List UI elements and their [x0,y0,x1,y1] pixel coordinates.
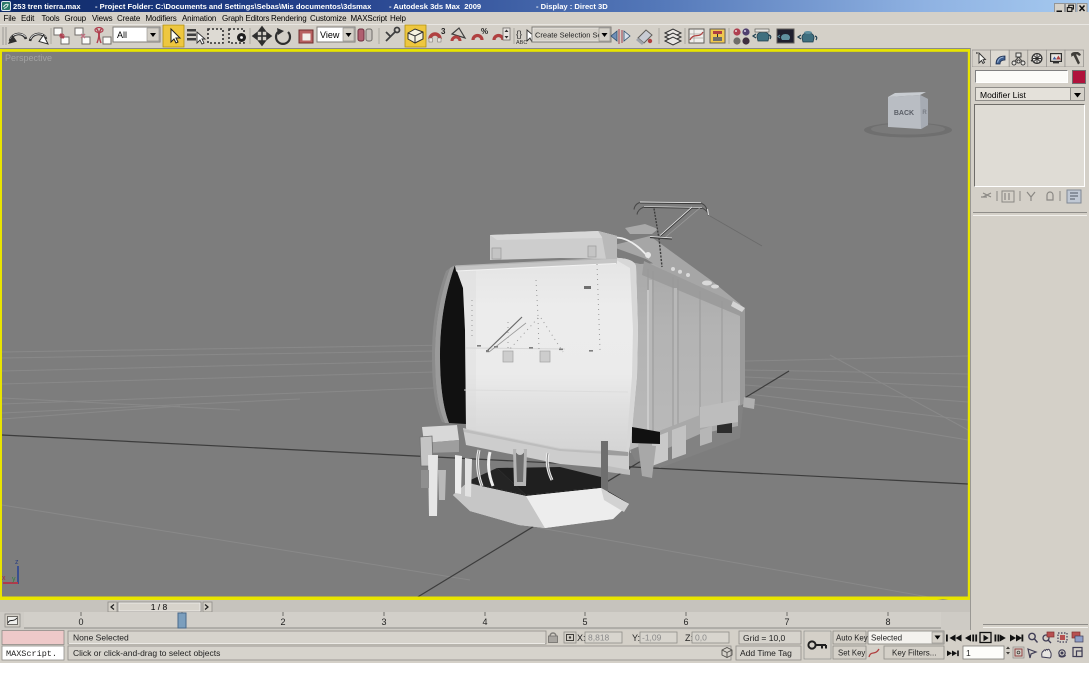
svg-text:8,818: 8,818 [588,633,610,643]
svg-text:%: % [481,27,488,36]
svg-text:-1,09: -1,09 [642,633,662,643]
svg-text:6: 6 [683,617,688,627]
svg-text:Set Key: Set Key [838,649,865,658]
svg-text:Grid = 10,0: Grid = 10,0 [743,633,786,643]
svg-text:Selected: Selected [871,634,902,643]
svg-text:MAXScript.: MAXScript. [6,649,57,659]
svg-text:{}: {} [516,29,522,39]
svg-text:X:: X: [577,633,586,643]
svg-text:Click or click-and-drag to sel: Click or click-and-drag to select object… [73,648,220,658]
svg-text:BACK: BACK [894,110,914,117]
svg-text:7: 7 [784,617,789,627]
svg-text:3: 3 [441,27,446,36]
svg-text:Create Selection Set: Create Selection Set [535,31,605,40]
svg-text:None Selected: None Selected [73,633,129,643]
svg-text:ABC: ABC [516,40,527,46]
svg-text:1: 1 [966,648,971,658]
svg-text:Key Filters...: Key Filters... [892,649,936,658]
svg-text:All: All [117,30,127,40]
svg-text:View: View [320,30,340,40]
svg-text:1 / 8: 1 / 8 [151,602,168,612]
svg-text:Y:: Y: [632,633,640,643]
svg-text:x: x [2,575,6,582]
svg-text:0: 0 [78,617,83,627]
svg-text:Perspective: Perspective [5,53,52,63]
svg-text:5: 5 [582,617,587,627]
svg-text:2: 2 [280,617,285,627]
svg-text:4: 4 [482,617,487,627]
svg-text:R: R [922,110,927,116]
svg-text:z: z [15,559,19,566]
svg-text:Auto Key: Auto Key [836,634,868,643]
svg-text:0,0: 0,0 [695,633,707,643]
svg-text:3: 3 [381,617,386,627]
svg-text:y: y [12,576,16,583]
svg-text:Add Time Tag: Add Time Tag [740,648,792,658]
svg-text:8: 8 [885,617,890,627]
